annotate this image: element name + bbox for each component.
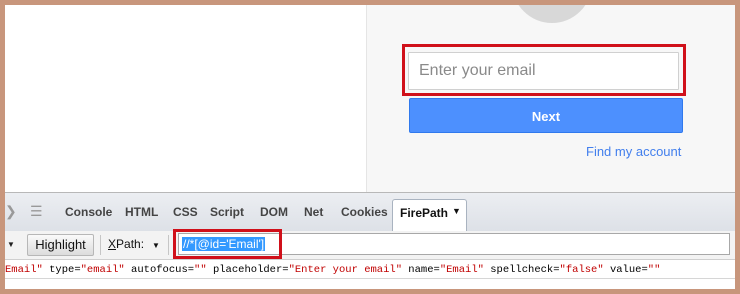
xpath-input-value: //*[@id='Email'] xyxy=(182,237,266,251)
source-token: value= xyxy=(603,264,648,276)
source-token: autofocus= xyxy=(124,264,195,276)
tab-html[interactable]: HTML xyxy=(125,205,158,219)
html-source-line: Email" type="email" autofocus="" placeho… xyxy=(5,263,735,277)
source-token: "" xyxy=(194,264,207,276)
source-token: placeholder= xyxy=(206,264,289,276)
login-card: Next Find my account xyxy=(366,5,735,192)
avatar xyxy=(512,5,592,23)
tab-net[interactable]: Net xyxy=(304,205,323,219)
tab-cookies[interactable]: Cookies xyxy=(341,205,388,219)
tab-firepath-label: FirePath xyxy=(400,206,449,220)
source-token: type= xyxy=(42,264,81,276)
tab-console[interactable]: Console xyxy=(65,205,112,219)
command-line-icon[interactable]: ☰ xyxy=(30,203,43,220)
inspect-arrow-icon[interactable]: ❯ xyxy=(5,203,17,220)
source-token: "Email" xyxy=(439,264,484,276)
xpath-type-select[interactable]: XPath: ▼ xyxy=(108,237,160,251)
xpath-label: Path: xyxy=(116,237,145,251)
tab-css[interactable]: CSS xyxy=(173,205,198,219)
firepath-toolbar: ▼ Highlight XPath: ▼ //*[@id='Email'] xyxy=(5,229,735,260)
source-token: spellcheck= xyxy=(483,264,560,276)
source-token: Email" xyxy=(5,264,43,276)
divider xyxy=(5,278,735,279)
source-token: "" xyxy=(647,264,661,276)
toolbar-separator xyxy=(100,235,101,255)
chevron-down-icon: ▼ xyxy=(452,206,461,216)
source-token: name= xyxy=(402,264,440,276)
source-token: "email" xyxy=(80,264,125,276)
devtools-tabbar: ❯ ☰ Console HTML CSS Script DOM Net Cook… xyxy=(5,193,735,232)
devtools-panel: ❯ ☰ Console HTML CSS Script DOM Net Cook… xyxy=(5,192,735,289)
tab-firepath[interactable]: FirePath ▼ xyxy=(392,199,467,231)
next-button[interactable]: Next xyxy=(409,98,683,133)
find-account-link[interactable]: Find my account xyxy=(586,144,681,159)
web-page: Next Find my account xyxy=(5,5,735,192)
toolbar-separator xyxy=(168,235,169,255)
source-token: "Enter your email" xyxy=(288,264,402,276)
highlight-button[interactable]: Highlight xyxy=(27,234,94,256)
email-field[interactable] xyxy=(408,52,679,90)
screenshot-frame: Next Find my account ❯ ☰ Console HTML CS… xyxy=(5,5,735,289)
xpath-access-key: X xyxy=(108,237,117,251)
tab-script[interactable]: Script xyxy=(210,205,244,219)
xpath-input[interactable]: //*[@id='Email'] xyxy=(178,233,730,255)
source-token: "false" xyxy=(559,264,604,276)
chevron-down-icon: ▼ xyxy=(152,241,160,250)
dropdown-arrow-icon[interactable]: ▼ xyxy=(7,240,15,249)
tab-dom[interactable]: DOM xyxy=(260,205,288,219)
